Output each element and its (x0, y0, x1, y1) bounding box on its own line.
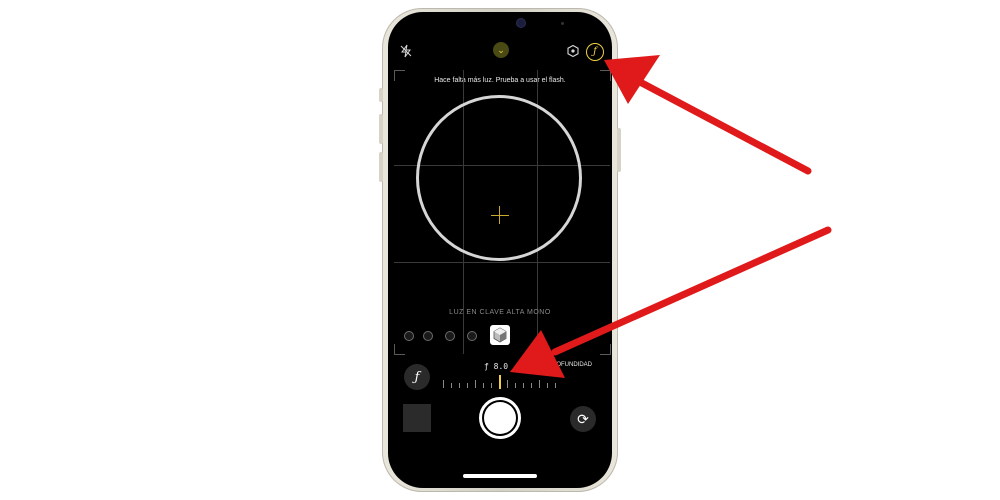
focus-crosshair (491, 215, 509, 216)
lighting-effect-selected[interactable] (490, 325, 510, 345)
volume-up-button (379, 114, 383, 144)
lighting-effect-option[interactable] (445, 331, 455, 341)
power-button (617, 128, 621, 172)
aperture-dial-tick (467, 383, 468, 388)
aperture-dial-tick (475, 380, 476, 388)
chevron-down-icon[interactable]: ⌄ (493, 42, 509, 58)
low-light-hint: Hace falta más luz. Prueba a usar el fla… (434, 77, 566, 84)
aperture-icon[interactable]: ƒ (586, 43, 604, 61)
aperture-dial-tick (515, 383, 516, 388)
aperture-dial-tick (483, 383, 484, 388)
lighting-effect-option[interactable] (404, 331, 414, 341)
proximity-sensor (561, 22, 564, 25)
silent-switch (379, 88, 383, 102)
aperture-dial-tick (491, 383, 492, 388)
aperture-dial-tick (555, 383, 556, 388)
aperture-dial-tick (531, 383, 532, 388)
aperture-dial-tick (547, 383, 548, 388)
lighting-effect-option[interactable] (467, 331, 477, 341)
aperture-value: ƒ 8.0 (484, 362, 509, 371)
lighting-effect-option[interactable] (423, 331, 433, 341)
aperture-dial-tick (451, 383, 452, 388)
viewfinder-corner (600, 70, 611, 81)
live-photo-icon[interactable] (565, 43, 581, 59)
viewfinder-corner (394, 344, 405, 355)
annotation-arrow-top (636, 78, 812, 175)
home-indicator (463, 474, 537, 478)
viewfinder-corner (394, 70, 405, 81)
volume-down-button (379, 152, 383, 182)
aperture-dial-tick (459, 383, 460, 388)
aperture-dial-tick (523, 383, 524, 388)
depth-label: PROFUNDIDAD (548, 362, 593, 368)
shutter-button-inner[interactable] (484, 402, 516, 434)
last-photo-thumbnail[interactable] (403, 404, 431, 432)
aperture-dial-tick (539, 380, 540, 388)
subject-focus-circle[interactable] (416, 95, 582, 261)
aperture-dial-tick (443, 380, 444, 388)
front-camera-lens (517, 19, 525, 27)
aperture-dial-indicator (499, 375, 501, 389)
aperture-dial-tick (507, 380, 508, 388)
focus-crosshair (499, 206, 500, 224)
flash-off-icon[interactable] (398, 43, 414, 59)
viewfinder-corner (600, 344, 611, 355)
depth-control-button[interactable]: ƒ (404, 364, 430, 390)
lighting-mode-label: LUZ EN CLAVE ALTA MONO (449, 309, 551, 316)
switch-camera-icon[interactable]: ⟳ (570, 406, 596, 432)
grid-line (394, 262, 610, 263)
